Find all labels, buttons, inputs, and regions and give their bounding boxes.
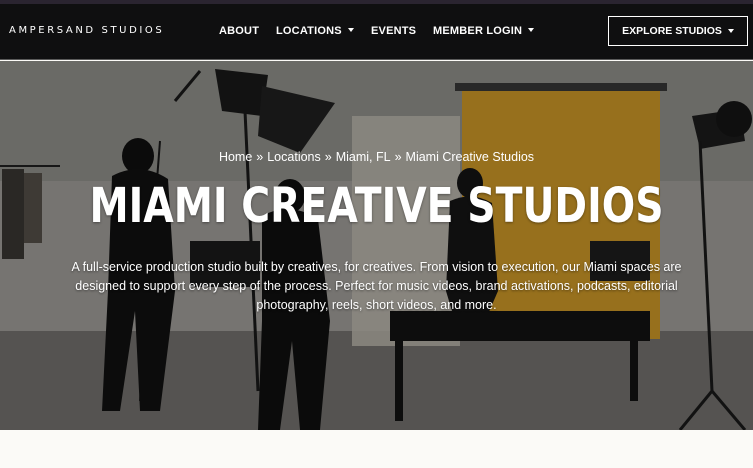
explore-studios-label: EXPLORE STUDIOS xyxy=(622,25,722,37)
hero-description: A full-service production studio built b… xyxy=(71,260,682,312)
breadcrumb-locations[interactable]: Locations xyxy=(267,150,321,164)
chevron-down-icon xyxy=(727,29,734,33)
breadcrumb-home[interactable]: Home xyxy=(219,150,252,164)
nav-item-member-login-label: MEMBER LOGIN xyxy=(433,25,523,37)
content-area xyxy=(0,430,753,468)
breadcrumb-current: Miami Creative Studios xyxy=(405,150,535,164)
nav-item-events-label: EVENTS xyxy=(371,25,417,37)
breadcrumb-separator: » xyxy=(256,150,264,164)
chevron-down-icon xyxy=(347,28,354,32)
site-header: AMPERSAND STUDIOS ABOUT LOCATIONS EVENTS… xyxy=(0,4,753,60)
nav-item-locations-label: LOCATIONS xyxy=(276,25,342,37)
chevron-down-icon xyxy=(528,28,535,32)
breadcrumb-separator: » xyxy=(394,150,402,164)
hero-section: Home» Locations» Miami, FL» Miami Creative … xyxy=(0,61,753,430)
hero-dark-overlay xyxy=(0,61,753,430)
breadcrumb-separator: » xyxy=(324,150,332,164)
nav-item-locations[interactable]: LOCATIONS xyxy=(276,25,354,37)
nav-item-member-login[interactable]: MEMBER LOGIN xyxy=(433,25,535,37)
page-title: MIAMI CREATIVE STUDIOS xyxy=(89,178,664,234)
explore-studios-button[interactable]: EXPLORE STUDIOS xyxy=(608,16,748,46)
nav-item-events[interactable]: EVENTS xyxy=(371,25,416,37)
breadcrumb: Home» Locations» Miami, FL» Miami Creative … xyxy=(0,150,753,164)
breadcrumb-city[interactable]: Miami, FL xyxy=(336,150,391,164)
nav-item-about[interactable]: ABOUT xyxy=(219,25,259,37)
nav-item-about-label: ABOUT xyxy=(219,25,260,37)
